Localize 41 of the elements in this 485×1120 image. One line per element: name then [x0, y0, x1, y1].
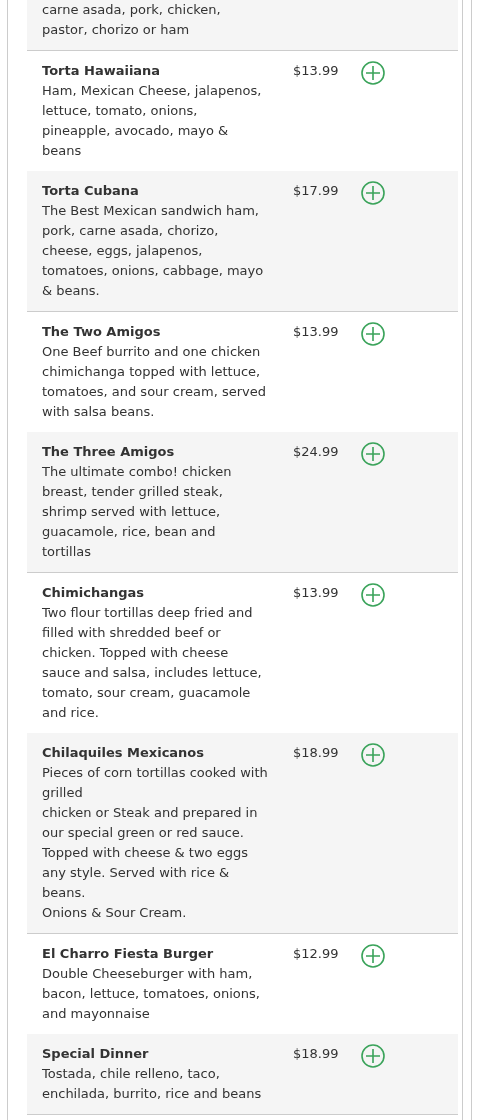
item-name: Special Dinner: [42, 1045, 150, 1063]
item-description: carne asada, pork, chicken, pastor, chorizo or ham: [42, 1, 222, 39]
item-price: $18.99: [293, 1046, 339, 1061]
plus-circle-icon: [361, 61, 385, 85]
plus-circle-icon: [361, 743, 385, 767]
plus-circle-icon: [361, 442, 385, 466]
item-description: Ham, Mexican Cheese, jalapenos, lettuce, tomato, onions, pineapple, avocado, mayo & beans: [42, 82, 263, 160]
item-price: $13.99: [293, 324, 339, 339]
add-button[interactable]: [361, 1044, 385, 1068]
item-name: Torta Cubana: [42, 182, 140, 200]
item-name: The Two Amigos: [42, 323, 162, 341]
add-button[interactable]: [361, 743, 385, 767]
item-description: The ultimate combo! chicken breast, tender grilled steak, shrimp served with lettuce, guacamole, rice, bean and tortillas: [42, 463, 233, 561]
item-price: $24.99: [293, 444, 339, 459]
item-name: The Three Amigos: [42, 443, 176, 461]
item-description: Pieces of corn tortillas cooked with grilled chicken or Steak and prepared in our special green or red sauce. Topped with cheese & two eggs any style. Served with rice & beans. Onions & Sour Cream.: [42, 764, 268, 922]
add-button[interactable]: [361, 61, 385, 85]
item-name: Torta Hawaiiana: [42, 62, 162, 80]
plus-circle-icon: [361, 944, 385, 968]
item-description: The Best Mexican sandwich ham, pork, carne asada, chorizo, cheese, eggs, jalapenos, tomatoes, onions, cabbage, mayo & beans.: [42, 202, 265, 300]
item-price: $13.99: [293, 585, 339, 600]
item-description: Two flour tortillas deep fried and filled with shredded beef or chicken. Topped with cheese sauce and salsa, includes lettuce, tomato, sour cream, guacamole and rice.: [42, 604, 263, 722]
item-name: El Charro Fiesta Burger: [42, 945, 215, 963]
plus-circle-icon: [361, 322, 385, 346]
plus-circle-icon: [361, 1044, 385, 1068]
item-price: $12.99: [293, 946, 339, 961]
item-description: Double Cheeseburger with ham, bacon, lettuce, tomatoes, onions, and mayonnaise: [42, 965, 261, 1023]
item-description: Tostada, chile relleno, taco, enchilada, burrito, rice and beans: [42, 1065, 263, 1103]
add-button[interactable]: [361, 442, 385, 466]
add-button[interactable]: [361, 322, 385, 346]
item-price: $18.99: [293, 745, 339, 760]
item-price: $13.99: [293, 63, 339, 78]
add-button[interactable]: [361, 944, 385, 968]
plus-circle-icon: [361, 181, 385, 205]
add-button[interactable]: [361, 583, 385, 607]
item-price: $17.99: [293, 183, 339, 198]
add-button[interactable]: [361, 181, 385, 205]
plus-circle-icon: [361, 583, 385, 607]
item-name: Chilaquiles Mexicanos: [42, 744, 206, 762]
item-name: Chimichangas: [42, 584, 146, 602]
item-description: One Beef burrito and one chicken chimichanga topped with lettuce, tomatoes, and sour cream, served with salsa beans.: [42, 343, 267, 421]
